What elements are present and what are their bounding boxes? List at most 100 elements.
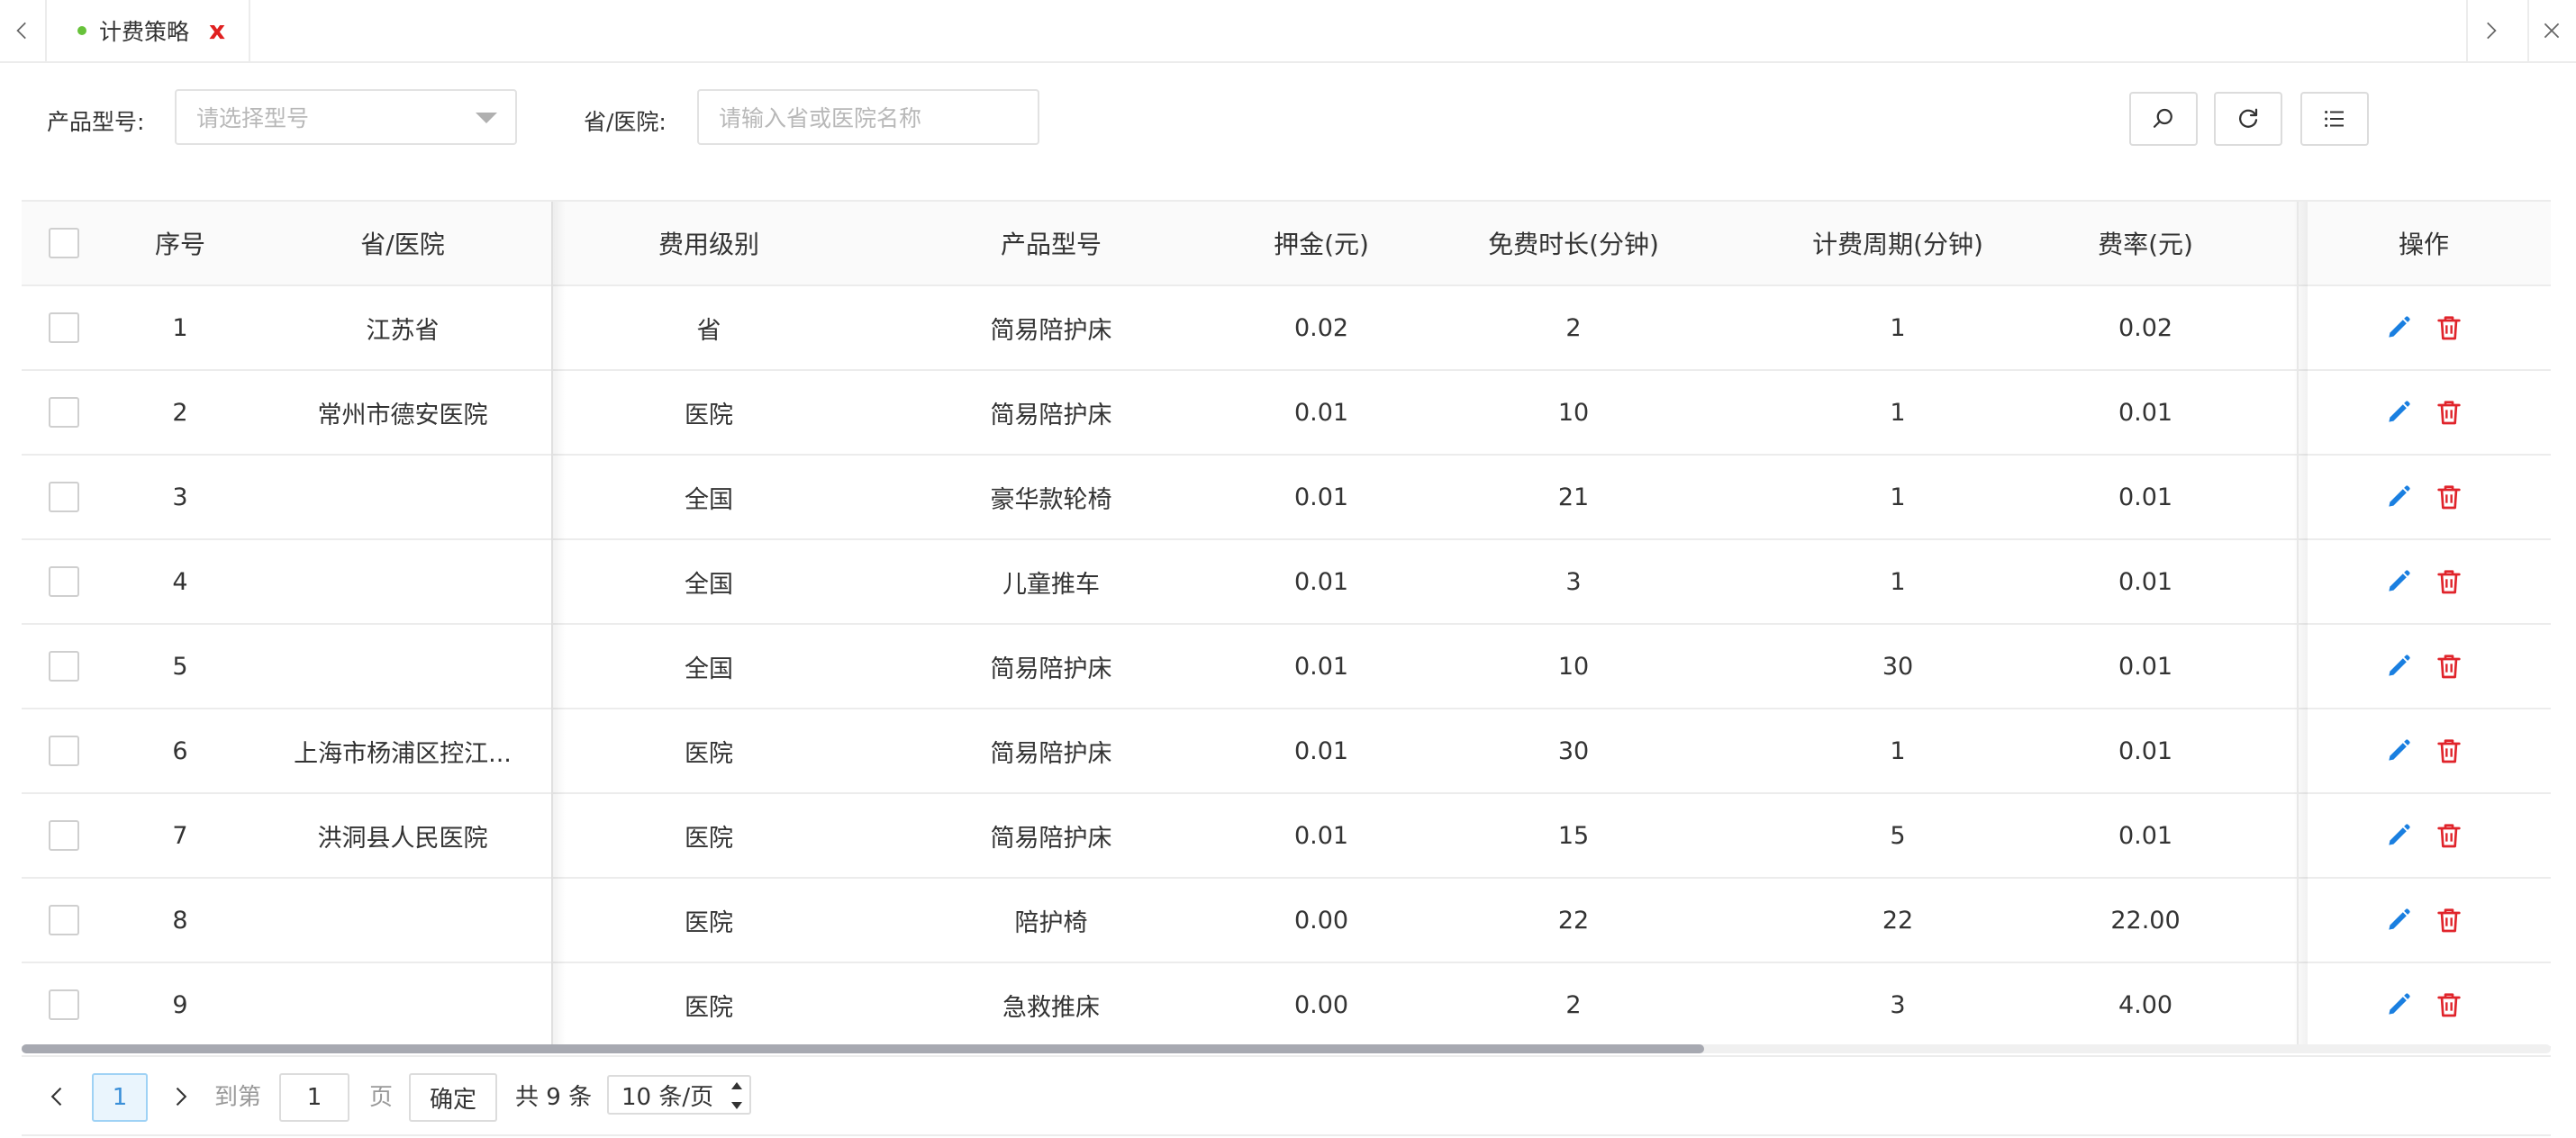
column-header-deposit[interactable]: 押金(元) [1236,202,1407,284]
cell-index: 8 [172,906,188,935]
delete-button[interactable] [2435,483,2463,511]
cell-free-duration: 30 [1557,736,1590,765]
column-header-province-hospital[interactable]: 省/医院 [254,202,551,284]
table-row[interactable]: 9 医院 急救推床 0.00 2 3 4.00 [22,963,2551,1048]
table-row[interactable]: 6 上海市杨浦区控江... 医院 简易陪护床 0.01 30 1 0.01 [22,709,2551,794]
delete-icon [2437,993,2461,1017]
table-row[interactable]: 8 医院 陪护椅 0.00 22 22 22.00 [22,879,2551,963]
search-button[interactable] [2129,92,2198,146]
delete-icon [2437,401,2461,425]
delete-button[interactable] [2435,313,2463,342]
province-hospital-input[interactable]: 请输入省或医院名称 [697,89,1039,145]
cell-billing-cycle: 22 [1882,906,1914,935]
row-checkbox[interactable] [49,482,79,512]
cell-billing-cycle: 30 [1882,652,1914,681]
horizontal-scrollbar[interactable] [22,1044,2551,1053]
row-checkbox[interactable] [49,736,79,766]
select-all-checkbox[interactable] [49,228,79,258]
table-row[interactable]: 4 全国 儿童推车 0.01 3 1 0.01 [22,540,2551,625]
edit-button[interactable] [2384,990,2413,1019]
column-header-fee-level[interactable]: 费用级别 [551,202,866,284]
row-checkbox[interactable] [49,651,79,682]
cell-deposit: 0.01 [1293,398,1349,427]
delete-icon [2437,570,2461,594]
edit-button[interactable] [2384,398,2413,427]
edit-button[interactable] [2384,313,2413,342]
cell-free-duration: 2 [1565,313,1582,342]
select-all-cell [22,202,106,284]
column-settings-button[interactable] [2300,92,2369,146]
cell-province-hospital [254,963,551,1046]
row-checkbox[interactable] [49,312,79,343]
stepper-arrows-icon [731,1082,742,1109]
horizontal-scrollbar-thumb[interactable] [22,1044,1704,1053]
tab-bar: 计费策略 x [0,0,2576,63]
fixed-column-divider-left [551,202,553,1048]
table-row[interactable]: 2 常州市德安医院 医院 简易陪护床 0.01 10 1 0.01 [22,371,2551,456]
delete-button[interactable] [2435,906,2463,935]
cell-free-duration: 2 [1565,990,1582,1019]
cell-fee-level: 医院 [685,908,733,937]
row-checkbox[interactable] [49,397,79,428]
edit-button[interactable] [2384,821,2413,850]
tab-scroll-right-button[interactable] [2466,0,2513,61]
product-model-select[interactable]: 请选择型号 [175,89,517,145]
column-header-product-model[interactable]: 产品型号 [866,202,1236,284]
edit-button[interactable] [2384,567,2413,596]
cell-billing-cycle: 1 [1890,736,1906,765]
tab-scroll-left-button[interactable] [0,0,47,61]
next-page-button[interactable] [166,1082,195,1111]
cell-index: 7 [172,821,188,850]
pagination: 1 到第 1 页 确定 共 9 条 10 条/页 [22,1055,2551,1136]
delete-button[interactable] [2435,567,2463,596]
row-select-cell [22,625,106,708]
delete-button[interactable] [2435,652,2463,681]
caret-down-icon [476,113,497,123]
delete-button[interactable] [2435,821,2463,850]
edit-button[interactable] [2384,652,2413,681]
cell-free-duration: 21 [1557,483,1590,511]
row-select-cell [22,709,106,792]
cell-index: 2 [172,398,188,427]
delete-button[interactable] [2435,736,2463,765]
goto-page-input[interactable]: 1 [279,1073,349,1122]
table-row[interactable]: 3 全国 豪华款轮椅 0.01 21 1 0.01 [22,456,2551,540]
delete-button[interactable] [2435,990,2463,1019]
column-header-free-duration[interactable]: 免费时长(分钟) [1407,202,1740,284]
edit-button[interactable] [2384,906,2413,935]
cell-rate: 0.01 [2118,652,2173,681]
table-row[interactable]: 1 江苏省 省 简易陪护床 0.02 2 1 0.02 [22,286,2551,371]
row-checkbox[interactable] [49,566,79,597]
column-header-index[interactable]: 序号 [106,202,254,284]
cell-deposit: 0.01 [1293,652,1349,681]
cell-billing-cycle: 5 [1890,821,1906,850]
row-actions [2297,625,2551,708]
close-all-tabs-button[interactable] [2527,0,2574,61]
row-checkbox[interactable] [49,820,79,851]
page-size-value: 10 条/页 [621,1083,714,1111]
table-row[interactable]: 5 全国 简易陪护床 0.01 10 30 0.01 [22,625,2551,709]
tab-billing-strategy[interactable]: 计费策略 x [49,0,250,61]
cell-deposit: 0.00 [1293,990,1349,1019]
page-size-select[interactable]: 10 条/页 [607,1075,751,1115]
tab-close-icon[interactable]: x [209,18,225,43]
row-checkbox[interactable] [49,905,79,935]
edit-button[interactable] [2384,736,2413,765]
table-row[interactable]: 7 洪洞县人民医院 医院 简易陪护床 0.01 15 5 0.01 [22,794,2551,879]
edit-icon [2389,570,2410,592]
cell-deposit: 0.01 [1293,736,1349,765]
refresh-button[interactable] [2214,92,2282,146]
cell-fee-level: 医院 [685,739,733,768]
cell-province-hospital [254,540,551,623]
page-number-current[interactable]: 1 [92,1073,148,1122]
goto-confirm-button[interactable]: 确定 [409,1073,497,1122]
row-checkbox[interactable] [49,989,79,1020]
edit-button[interactable] [2384,483,2413,511]
cell-fee-level: 医院 [685,993,733,1022]
column-header-billing-cycle[interactable]: 计费周期(分钟) [1740,202,2055,284]
prev-page-button[interactable] [43,1082,72,1111]
column-header-rate[interactable]: 费率(元) [2055,202,2236,284]
delete-button[interactable] [2435,398,2463,427]
cell-province-hospital [254,456,551,538]
row-select-cell [22,456,106,538]
